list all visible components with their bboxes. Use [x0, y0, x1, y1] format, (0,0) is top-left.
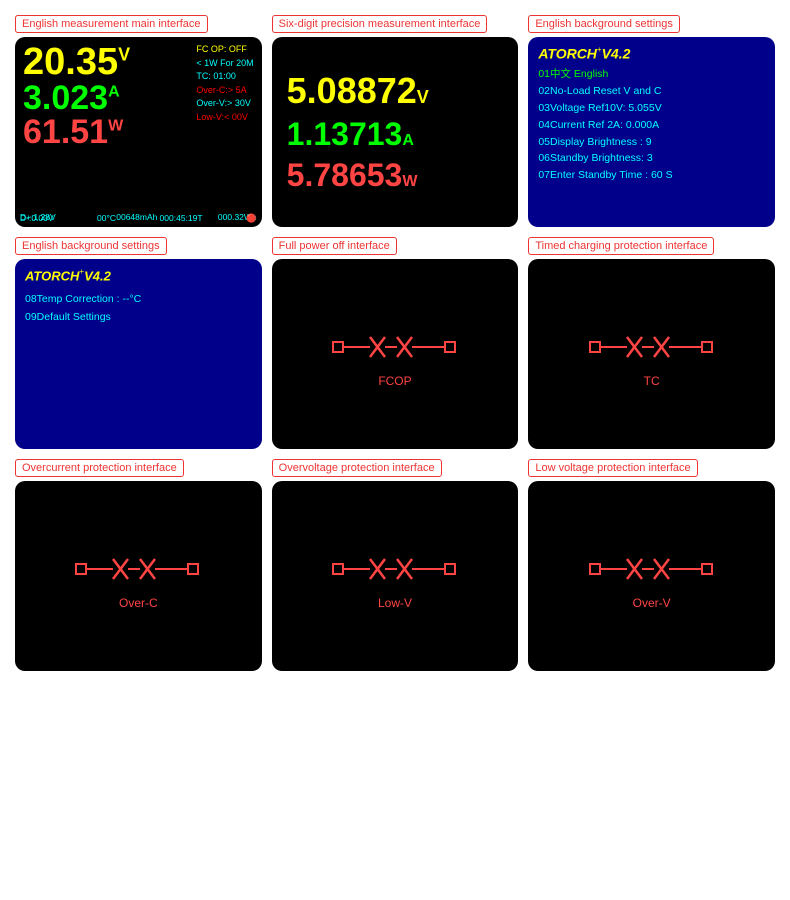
- cell-main: English measurement main interface 20.35…: [15, 15, 262, 227]
- lowv-label: Low-V: [378, 596, 412, 610]
- label-fcop: Full power off interface: [272, 237, 397, 255]
- cell-six: Six-digit precision measurement interfac…: [272, 15, 519, 227]
- bt-icon: 🔴: [246, 213, 257, 224]
- tc-label: TC: [644, 374, 660, 388]
- cell-overv: Low voltage protection interface Over-V: [528, 459, 775, 671]
- label-six: Six-digit precision measurement interfac…: [272, 15, 488, 33]
- side-info: FC OP: OFF < 1W For 20M TC: 01:00 Over-C…: [196, 43, 253, 124]
- six-power: 5.78653W: [287, 157, 504, 194]
- tc-circuit: [572, 320, 732, 370]
- cell-tc: Timed charging protection interface TC: [528, 237, 775, 449]
- cell-fcop: Full power off interface FCOP: [272, 237, 519, 449]
- time: 000:45:19T: [160, 213, 203, 224]
- main-grid: English measurement main interface 20.35…: [0, 0, 790, 686]
- temp: 00°C: [97, 213, 116, 224]
- label-overc: Overcurrent protection interface: [15, 459, 184, 477]
- screen-main: 20.35V 3.023A 61.51W FC OP: OFF < 1W For…: [15, 37, 262, 227]
- bg1-lines: 01中文 English 02No-Load Reset V and C 03V…: [538, 66, 765, 184]
- screen-tc: TC: [528, 259, 775, 449]
- cell-lowv: Overvoltage protection interface Low-V: [272, 459, 519, 671]
- screen-overv: Over-V: [528, 481, 775, 671]
- d-neg: D-:0.00V: [20, 213, 54, 224]
- bg1-title: ATORCH: [538, 45, 597, 61]
- fcop-circuit: [315, 320, 475, 370]
- label-tc: Timed charging protection interface: [528, 237, 714, 255]
- bg2-title: ATORCH: [25, 268, 79, 283]
- overv-label: Over-V: [633, 596, 671, 610]
- bottom-row2: D-:0.00V 00°C 000:45:19T 🔴: [20, 213, 257, 227]
- label-lowv: Overvoltage protection interface: [272, 459, 442, 477]
- label-bg2: English background settings: [15, 237, 167, 255]
- fcop-label: FCOP: [378, 374, 411, 388]
- label-overv: Low voltage protection interface: [528, 459, 697, 477]
- screen-fcop: FCOP: [272, 259, 519, 449]
- six-current: 1.13713A: [287, 116, 504, 153]
- screen-bg2: ATORCH+V4.2 08Temp Correction : --°C 09D…: [15, 259, 262, 449]
- six-voltage: 5.08872V: [287, 70, 504, 112]
- label-main: English measurement main interface: [15, 15, 208, 33]
- screen-bg1: ATORCH+V4.2 01中文 English 02No-Load Reset…: [528, 37, 775, 227]
- overc-circuit: [58, 542, 218, 592]
- screen-lowv: Low-V: [272, 481, 519, 671]
- overc-label: Over-C: [119, 596, 158, 610]
- label-bg1: English background settings: [528, 15, 680, 33]
- cell-bg1: English background settings ATORCH+V4.2 …: [528, 15, 775, 227]
- bg2-lines: 08Temp Correction : --°C 09Default Setti…: [25, 291, 252, 327]
- cell-bg2: English background settings ATORCH+V4.2 …: [15, 237, 262, 449]
- screen-overc: Over-C: [15, 481, 262, 671]
- overv-circuit: [572, 542, 732, 592]
- lowv-circuit: [315, 542, 475, 592]
- cell-overc: Overcurrent protection interface Over-C: [15, 459, 262, 671]
- screen-six: 5.08872V 1.13713A 5.78653W: [272, 37, 519, 227]
